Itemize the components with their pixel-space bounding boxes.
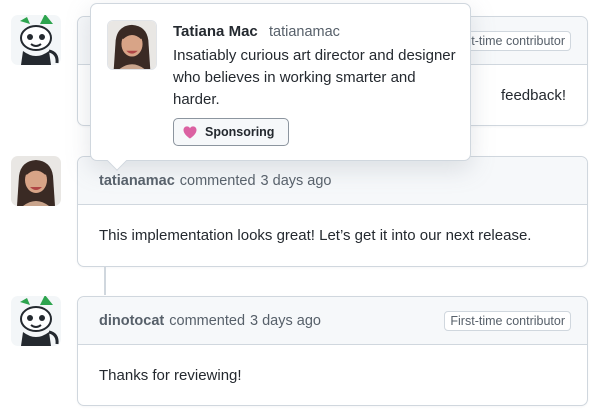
comment-timestamp[interactable]: 3 days ago [261,173,332,189]
comment-text: This implementation looks great! Let’s g… [99,226,532,244]
comment-action: commented [179,172,256,189]
comment-body: This implementation looks great! Let’s g… [78,205,587,265]
hovercard-avatar[interactable] [107,20,157,70]
comment-timestamp[interactable]: 3 days ago [250,313,321,329]
sponsoring-button[interactable]: Sponsoring [173,118,289,146]
hovercard-bio: Insatiably curious art director and desi… [173,47,456,108]
avatar-dinotocat-2[interactable] [11,296,61,346]
dinotocat-avatar-icon [11,296,61,346]
comment-body: Thanks for reviewing! [78,345,587,405]
timeline-connector [104,266,106,295]
comment-author[interactable]: tatianamac [99,173,175,189]
comment-text: Thanks for reviewing! [99,366,242,384]
comment-card-3: dinotocat commented 3 days ago First-tim… [77,296,588,406]
tatianamac-avatar-icon [108,21,156,69]
avatar-tatianamac[interactable] [11,156,61,206]
avatar-dinotocat[interactable] [11,15,61,65]
user-hovercard: Tatiana Mac tatianamac Insatiably curiou… [90,3,471,171]
comment-header: dinotocat commented 3 days ago First-tim… [78,297,587,345]
comment-author[interactable]: dinotocat [99,313,164,329]
first-time-contributor-badge: First-time contributor [444,310,571,331]
heart-icon [183,125,197,139]
hovercard-name[interactable]: Tatiana Mac [173,23,258,40]
comment-card-2: tatianamac commented 3 days ago This imp… [77,156,588,267]
comment-text: feedback! [500,86,566,104]
dinotocat-avatar-icon [11,15,61,65]
hovercard-login[interactable]: tatianamac [269,24,340,40]
comment-action: commented [169,312,246,329]
sponsoring-label: Sponsoring [205,125,275,139]
tatianamac-avatar-icon [11,156,61,206]
comment-header: tatianamac commented 3 days ago [78,157,587,205]
